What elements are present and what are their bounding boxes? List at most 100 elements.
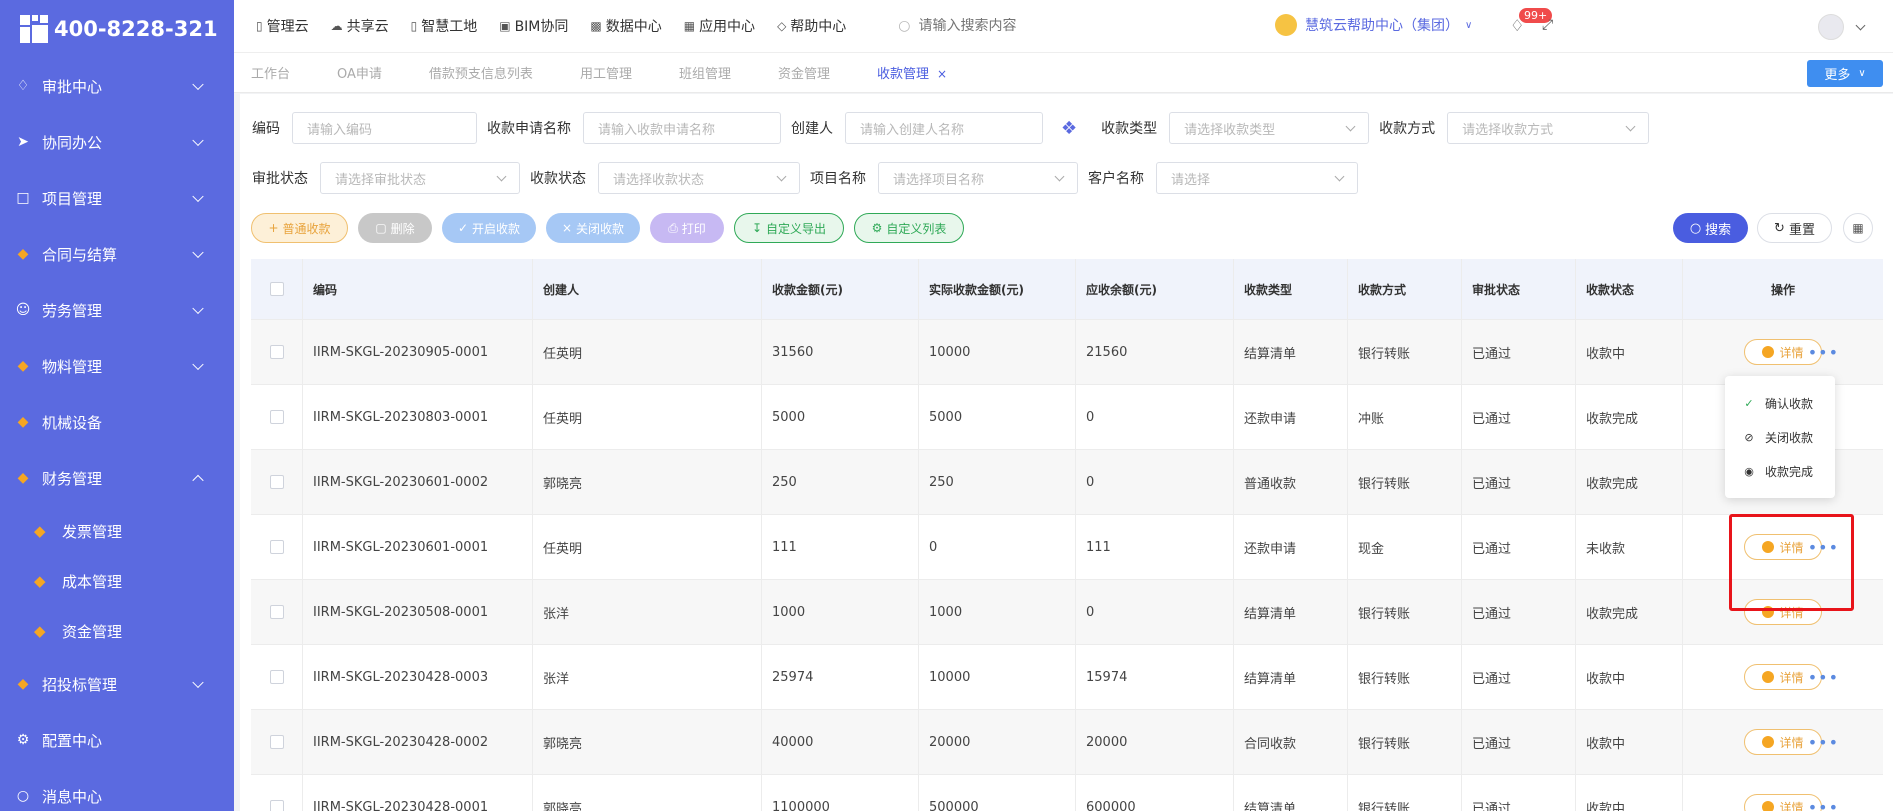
book-icon: □ — [16, 190, 30, 206]
avatar[interactable] — [1818, 14, 1844, 40]
search-input[interactable] — [918, 18, 1159, 34]
chevron-icon — [192, 78, 204, 91]
chevron-icon — [192, 246, 204, 259]
reset-button[interactable]: ↻ 重置 — [1757, 213, 1832, 243]
close-receipt-button[interactable]: × 关闭收款 — [546, 213, 640, 243]
topnav-item[interactable]: ▣ BIM协同 — [499, 16, 568, 36]
cell-amount: 25974 — [762, 645, 919, 709]
paw-icon[interactable]: ❖ — [1061, 118, 1077, 139]
gem-icon: ◆ — [34, 572, 46, 590]
column-settings-icon[interactable]: ▦ — [1843, 213, 1873, 243]
help-center-link[interactable]: 慧筑云帮助中心（集团） ∨ — [1275, 14, 1472, 36]
row-checkbox[interactable] — [269, 670, 284, 684]
more-circle-icon — [1762, 736, 1775, 748]
sidebar-item[interactable]: ◆ 合同与结算 — [0, 226, 234, 282]
menu-item-confirm[interactable]: ✓ 确认收款 — [1725, 386, 1835, 420]
column-header: 创建人 — [533, 259, 762, 319]
gem-icon: ◆ — [17, 414, 29, 430]
topnav-item[interactable]: ◇ 帮助中心 — [777, 16, 846, 36]
status-select[interactable]: 请选择收款状态 — [598, 162, 800, 194]
topnav-icon: ▦ — [683, 19, 696, 33]
sidebar-sub-item[interactable]: ◆ 发票管理 — [0, 506, 234, 556]
custom-list-button[interactable]: ⚙ 自定义列表 — [854, 213, 964, 243]
creator-input[interactable]: 请输入创建人名称 — [845, 112, 1043, 144]
tab-item[interactable]: 用工管理 — [580, 63, 632, 82]
sidebar-item[interactable]: ◆ 招投标管理 — [0, 656, 234, 712]
fullscreen-icon[interactable]: ⤢ — [1542, 17, 1553, 33]
more-dots-icon[interactable]: ••• — [1808, 668, 1839, 687]
logo[interactable]: 400-8228-321 — [0, 0, 234, 58]
sidebar-item[interactable]: ☺ 劳务管理 — [0, 282, 234, 338]
apply-name-input[interactable]: 请输入收款申请名称 — [583, 112, 781, 144]
topnav-item[interactable]: ▩ 数据中心 — [590, 16, 661, 36]
row-checkbox[interactable] — [269, 735, 284, 749]
topnav-item[interactable]: ▯ 管理云 — [256, 16, 309, 36]
menu-item-complete[interactable]: ◉ 收款完成 — [1725, 454, 1835, 488]
cell-type: 结算清单 — [1234, 645, 1348, 709]
code-input[interactable]: 请输入编码 — [292, 112, 477, 144]
more-dots-icon[interactable]: ••• — [1808, 733, 1839, 752]
row-checkbox[interactable] — [269, 800, 284, 811]
sidebar-item-label: 配置中心 — [42, 731, 103, 750]
delete-button[interactable]: ▢ 删除 — [358, 213, 432, 243]
more-dots-icon[interactable]: ••• — [1808, 798, 1839, 811]
tab-item[interactable]: 班组管理 — [679, 63, 731, 82]
approval-select[interactable]: 请选择审批状态 — [320, 162, 520, 194]
cell-creator: 张洋 — [533, 645, 762, 709]
custom-export-button[interactable]: ↧ 自定义导出 — [734, 213, 844, 243]
method-select[interactable]: 请选择收款方式 — [1447, 112, 1650, 144]
global-search[interactable]: ○ — [898, 18, 1198, 34]
sidebar-item[interactable]: ○ 消息中心 — [0, 768, 234, 811]
sidebar-item[interactable]: ➤ 协同办公 — [0, 114, 234, 170]
cell-code: IIRM-SKGL-20230428-0003 — [303, 645, 533, 709]
more-button[interactable]: 更多 ∨ — [1807, 60, 1883, 87]
chevron-down-icon — [776, 171, 787, 182]
select-all-checkbox[interactable] — [269, 282, 284, 296]
search-button[interactable]: ○ 搜索 — [1673, 213, 1748, 243]
sidebar-sub-item[interactable]: ◆ 成本管理 — [0, 556, 234, 606]
receipts-table: 编码 创建人 收款金额(元) 实际收款金额(元) 应收余额(元) 收款类型 收款方式 审批状态… — [251, 259, 1883, 811]
topnav-item[interactable]: ▯ 智慧工地 — [411, 16, 478, 36]
tab-item[interactable]: 工作台 — [251, 63, 290, 82]
cell-type: 结算清单 — [1234, 320, 1348, 384]
sidebar-item-label: 协同办公 — [42, 133, 103, 152]
cell-approval: 已通过 — [1462, 645, 1576, 709]
chevron-down-icon: ∨ — [1465, 19, 1473, 31]
tab-item[interactable]: 借款预支信息列表 — [429, 63, 533, 82]
sidebar-item[interactable]: ◆ 财务管理 — [0, 450, 234, 506]
tab-item[interactable]: OA申请 — [337, 63, 382, 82]
tab-item[interactable]: 资金管理 — [778, 63, 830, 82]
sidebar-item[interactable]: ♢ 审批中心 — [0, 58, 234, 114]
cell-approval: 已通过 — [1462, 385, 1576, 449]
column-header: 审批状态 — [1462, 259, 1576, 319]
check-icon: ✓ — [457, 221, 469, 235]
cell-amount: 1100000 — [762, 775, 919, 811]
topnav-item[interactable]: ▦ 应用中心 — [684, 16, 755, 36]
sidebar-item[interactable]: ◆ 机械设备 — [0, 394, 234, 450]
cell-code: IIRM-SKGL-20230601-0001 — [303, 515, 533, 579]
open-receipt-button[interactable]: ✓ 开启收款 — [442, 213, 536, 243]
refresh-icon: ↻ — [1774, 220, 1785, 236]
more-dots-icon[interactable]: ••• — [1808, 343, 1839, 362]
row-checkbox[interactable] — [269, 540, 284, 554]
menu-item-close[interactable]: ⊘ 关闭收款 — [1725, 420, 1835, 454]
type-select[interactable]: 请选择收款类型 — [1169, 112, 1370, 144]
row-checkbox[interactable] — [269, 605, 284, 619]
row-checkbox[interactable] — [269, 345, 284, 359]
sidebar-item[interactable]: ◆ 物料管理 — [0, 338, 234, 394]
sidebar-item[interactable]: □ 项目管理 — [0, 170, 234, 226]
print-button[interactable]: ⎙ 打印 — [650, 213, 724, 243]
tab-item[interactable]: 收款管理 × — [877, 63, 947, 82]
row-checkbox[interactable] — [269, 475, 284, 489]
sidebar-sub-item[interactable]: ◆ 资金管理 — [0, 606, 234, 656]
sidebar-item[interactable]: ⚙ 配置中心 — [0, 712, 234, 768]
add-receipt-button[interactable]: + 普通收款 — [251, 213, 348, 243]
row-checkbox[interactable] — [269, 410, 284, 424]
cell-type: 还款申请 — [1234, 385, 1348, 449]
project-select[interactable]: 请选择项目名称 — [878, 162, 1078, 194]
topnav-item[interactable]: ☁ 共享云 — [331, 16, 389, 36]
customer-select[interactable]: 请选择 — [1156, 162, 1358, 194]
chevron-icon — [192, 676, 204, 689]
filter-creator-label: 创建人 — [791, 121, 833, 137]
chevron-down-icon — [496, 171, 507, 182]
